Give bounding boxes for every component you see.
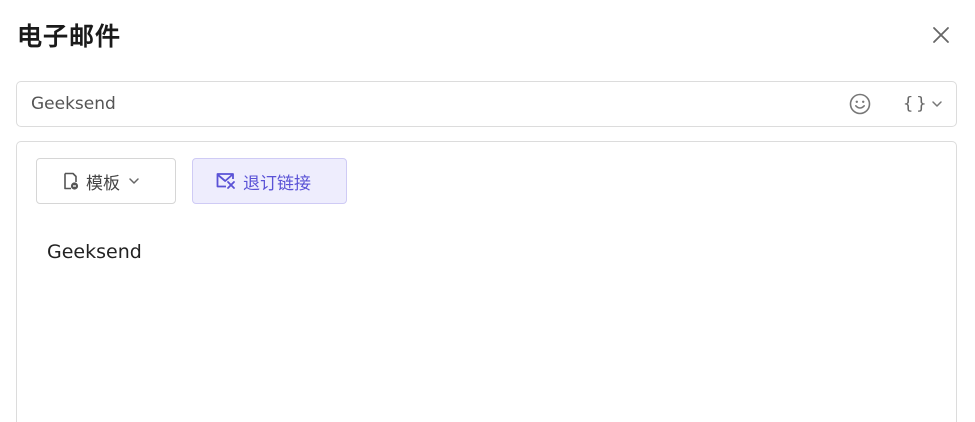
- template-button[interactable]: 模板: [36, 158, 176, 204]
- smile-icon: [849, 93, 871, 115]
- mail-unsubscribe-icon: [216, 173, 235, 189]
- close-icon: [933, 27, 949, 43]
- template-label: 模板: [86, 173, 120, 194]
- email-dialog: 电子邮件 {}: [0, 0, 975, 422]
- chevron-down-icon: [129, 178, 139, 184]
- email-body[interactable]: Geeksend: [47, 238, 927, 398]
- close-button[interactable]: [928, 22, 954, 48]
- unsubscribe-link-label: 退订链接: [243, 173, 311, 194]
- dialog-title: 电子邮件: [17, 22, 122, 51]
- variables-label: {}: [903, 94, 930, 114]
- chevron-down-icon: [932, 101, 943, 107]
- email-editor: 模板 退订链接 Geeksend: [16, 141, 957, 422]
- emoji-button[interactable]: [848, 92, 872, 116]
- subject-input[interactable]: [31, 82, 821, 126]
- subject-field: {}: [16, 81, 957, 127]
- template-icon: [64, 172, 79, 190]
- variables-dropdown[interactable]: {}: [885, 91, 951, 117]
- unsubscribe-link-button[interactable]: 退订链接: [192, 158, 347, 204]
